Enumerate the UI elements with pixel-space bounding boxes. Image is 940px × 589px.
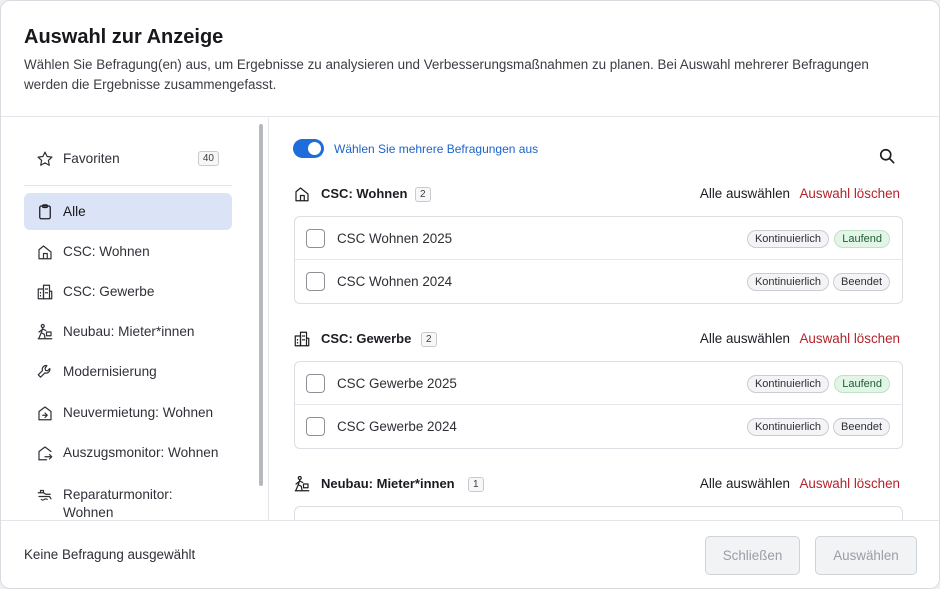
sidebar-item-neuvermietung[interactable]: Neuvermietung: Wohnen [24, 394, 232, 431]
sidebar-item-label: Neuvermietung: Wohnen [63, 404, 214, 420]
sidebar-item-neubau[interactable]: Neubau: Mieter*innen [24, 313, 232, 350]
mover-icon [293, 475, 311, 493]
survey-row[interactable]: CSC Wohnen 2025 Kontinuierlich Laufend [295, 217, 902, 260]
sidebar-item-label: Modernisierung [63, 363, 157, 379]
sidebar-item-modernisierung[interactable]: Modernisierung [24, 353, 232, 390]
type-badge: Kontinuierlich [746, 375, 829, 393]
status-badge: Laufend [834, 230, 890, 248]
wrench-icon [36, 363, 54, 381]
survey-name: CSC Gewerbe 2025 [337, 376, 457, 391]
sidebar-item-label: CSC: Wohnen [63, 243, 150, 259]
toggle-knob [308, 142, 321, 155]
survey-row[interactable]: CSC Gewerbe 2024 Kontinuierlich Beendet [295, 405, 902, 448]
favorites-count-badge: 40 [197, 151, 219, 166]
close-button[interactable]: Schließen [705, 536, 800, 575]
survey-name: CSC Wohnen 2025 [337, 231, 453, 246]
survey-card-csc-wohnen: CSC Wohnen 2025 Kontinuierlich Laufend C… [294, 216, 903, 304]
select-all-link[interactable]: Alle auswählen [700, 476, 790, 491]
dialog-title: Auswahl zur Anzeige [24, 26, 224, 48]
repair-icon [36, 486, 54, 504]
sidebar-item-reparaturmonitor[interactable]: Reparaturmonitor: Wohnen [24, 480, 232, 520]
group-header-neubau: Neubau: Mieter*innen 1 Alle auswählen Au… [293, 473, 900, 495]
buildings-icon [36, 283, 54, 301]
survey-card-neubau [294, 506, 903, 520]
group-header-csc-gewerbe: CSC: Gewerbe 2 Alle auswählen Auswahl lö… [293, 328, 900, 350]
survey-row[interactable]: CSC Gewerbe 2025 Kontinuierlich Laufend [295, 362, 902, 405]
dialog-subtitle: Wählen Sie Befragung(en) aus, um Ergebni… [24, 57, 869, 92]
survey-name: CSC Wohnen 2024 [337, 274, 453, 289]
clear-selection-link[interactable]: Auswahl löschen [800, 186, 901, 201]
dialog-header: Auswahl zur Anzeige Wählen Sie Befragung… [1, 1, 939, 117]
survey-checkbox[interactable] [306, 272, 325, 291]
survey-checkbox[interactable] [306, 229, 325, 248]
type-badge: Kontinuierlich [746, 273, 829, 291]
status-badge: Laufend [834, 375, 890, 393]
house-icon [293, 185, 311, 203]
group-count-badge: 2 [421, 332, 437, 347]
survey-checkbox[interactable] [306, 417, 325, 436]
category-sidebar: Favoriten 40 Alle CSC: Wohnen CSC: Gewer… [1, 118, 269, 520]
buildings-icon [293, 330, 311, 348]
status-badge: Beendet [833, 418, 890, 436]
survey-row[interactable]: CSC Wohnen 2024 Kontinuierlich Beendet [295, 260, 902, 303]
sidebar-item-label: Reparaturmonitor: [63, 487, 173, 502]
survey-list-panel: Wählen Sie mehrere Befragungen aus CSC: … [270, 118, 939, 520]
select-all-link[interactable]: Alle auswählen [700, 331, 790, 346]
sidebar-item-label: Auszugsmonitor: Wohnen [63, 444, 219, 460]
survey-checkbox[interactable] [306, 374, 325, 393]
selection-dialog: Auswahl zur Anzeige Wählen Sie Befragung… [0, 0, 940, 589]
multi-select-toggle[interactable] [293, 139, 324, 158]
sidebar-item-auszugsmonitor[interactable]: Auszugsmonitor: Wohnen [24, 434, 232, 471]
sidebar-item-csc-gewerbe[interactable]: CSC: Gewerbe [24, 273, 232, 310]
search-icon[interactable] [877, 146, 897, 166]
clear-selection-link[interactable]: Auswahl löschen [800, 476, 901, 491]
star-icon [36, 150, 54, 168]
select-all-link[interactable]: Alle auswählen [700, 186, 790, 201]
group-header-csc-wohnen: CSC: Wohnen 2 Alle auswählen Auswahl lös… [293, 183, 900, 205]
sidebar-item-label: CSC: Gewerbe [63, 283, 155, 299]
sidebar-item-label: Neubau: Mieter*innen [63, 323, 195, 339]
status-badge: Beendet [833, 273, 890, 291]
sidebar-item-label: Favoriten [63, 150, 120, 166]
group-count-badge: 2 [415, 187, 431, 202]
sidebar-item-favorites[interactable]: Favoriten 40 [24, 140, 232, 177]
selection-status: Keine Befragung ausgewählt [24, 547, 196, 562]
house-in-icon [36, 404, 54, 422]
group-title: CSC: Gewerbe [321, 331, 412, 346]
group-title: CSC: Wohnen [321, 186, 408, 201]
sidebar-divider [24, 185, 232, 186]
clear-selection-link[interactable]: Auswahl löschen [800, 331, 901, 346]
sidebar-item-label: Alle [63, 203, 86, 219]
clipboard-icon [36, 203, 54, 221]
multi-select-toggle-label: Wählen Sie mehrere Befragungen aus [334, 142, 539, 156]
sidebar-item-label-line2: Wohnen [63, 505, 114, 520]
sidebar-item-csc-wohnen[interactable]: CSC: Wohnen [24, 233, 232, 270]
select-button[interactable]: Auswählen [815, 536, 917, 575]
mover-icon [36, 323, 54, 341]
sidebar-item-all[interactable]: Alle [24, 193, 232, 230]
group-title: Neubau: Mieter*innen [321, 476, 455, 491]
survey-name: CSC Gewerbe 2024 [337, 419, 457, 434]
type-badge: Kontinuierlich [746, 418, 829, 436]
house-icon [36, 243, 54, 261]
dialog-footer: Keine Befragung ausgewählt Schließen Aus… [1, 520, 939, 588]
survey-card-csc-gewerbe: CSC Gewerbe 2025 Kontinuierlich Laufend … [294, 361, 903, 449]
type-badge: Kontinuierlich [746, 230, 829, 248]
house-out-icon [36, 444, 54, 462]
sidebar-scrollbar[interactable] [259, 124, 263, 486]
group-count-badge: 1 [468, 477, 484, 492]
